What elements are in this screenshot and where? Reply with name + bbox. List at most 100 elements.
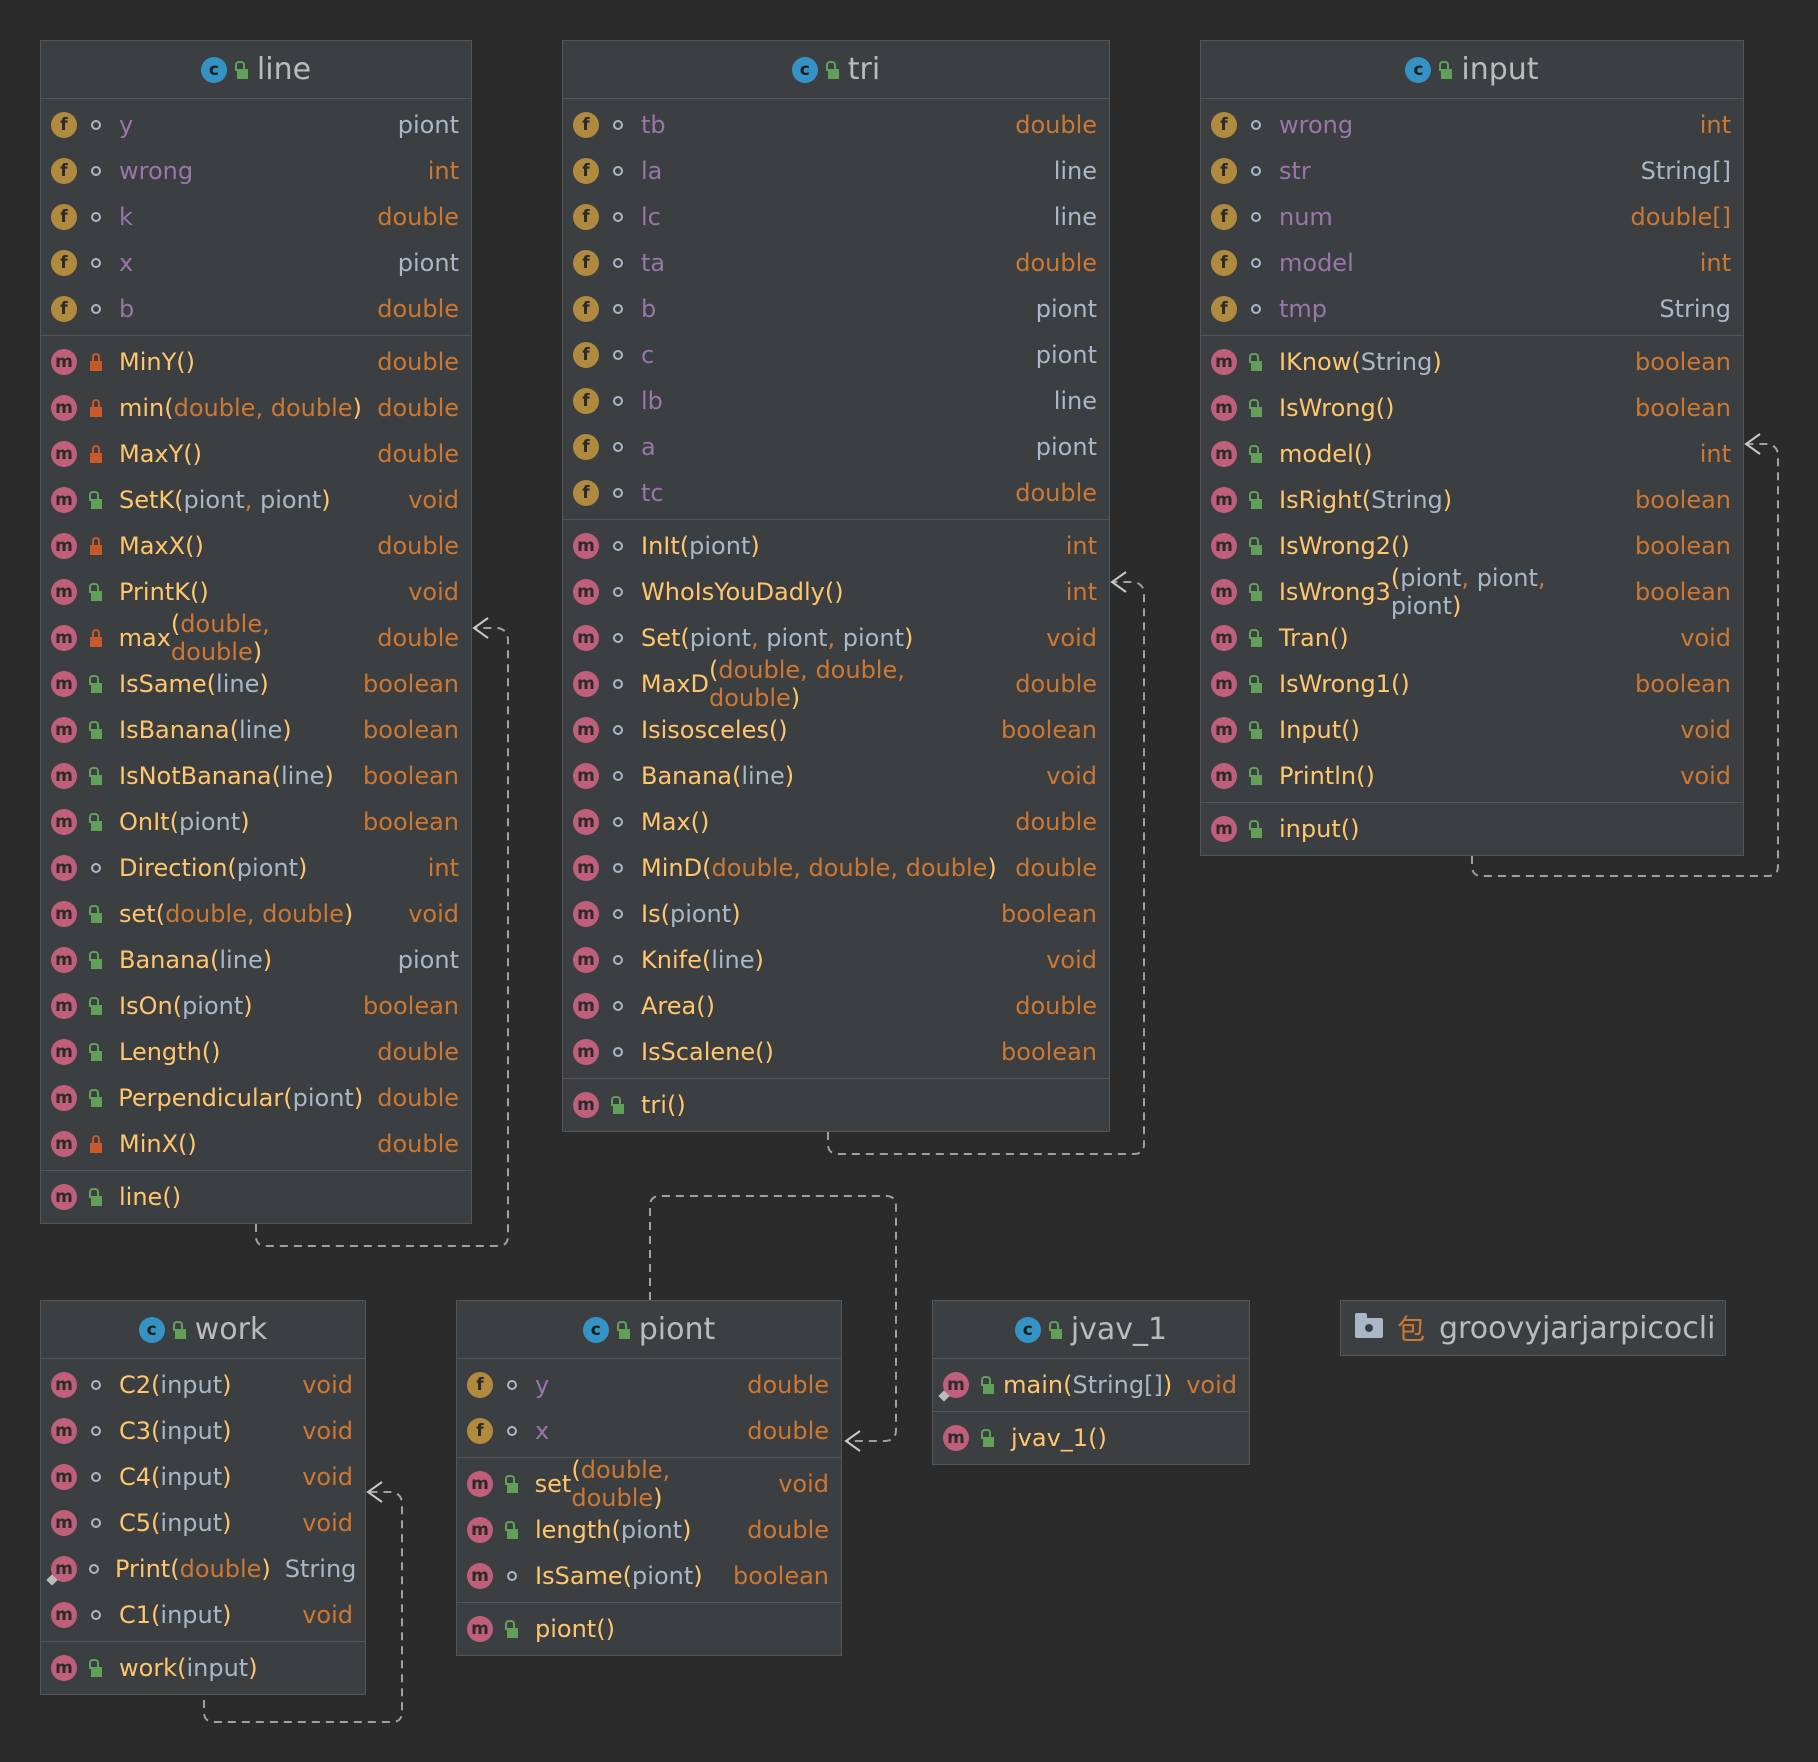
field-row[interactable]: f wrong int (1201, 102, 1743, 148)
field-row[interactable]: f x piont (41, 240, 471, 286)
constructor-row[interactable]: m jvav_1() (933, 1415, 1249, 1461)
method-row[interactable]: m Println() void (1201, 753, 1743, 799)
method-row[interactable]: m Isisosceles() boolean (563, 707, 1109, 753)
method-name: Is (641, 900, 661, 928)
method-row[interactable]: m Length() double (41, 1029, 471, 1075)
method-row[interactable]: m Max() double (563, 799, 1109, 845)
method-row[interactable]: m IsNotBanana (line) boolean (41, 753, 471, 799)
method-row[interactable]: m IsSame (line) boolean (41, 661, 471, 707)
class-line[interactable]: c line f y piont f wrong int f k double f x piont f b do… (40, 40, 472, 1224)
package-groovyjarjarpicocli[interactable]: 包 groovyjarjarpicocli (1340, 1300, 1726, 1356)
constructor-row[interactable]: m line() (41, 1174, 471, 1220)
method-row[interactable]: m MinX() double (41, 1121, 471, 1167)
method-row[interactable]: m Is (piont) boolean (563, 891, 1109, 937)
method-row[interactable]: m C2 (input) void (41, 1362, 365, 1408)
method-row[interactable]: m IsScalene() boolean (563, 1029, 1109, 1075)
method-row[interactable]: m PrintK() void (41, 569, 471, 615)
field-row[interactable]: f b double (41, 286, 471, 332)
field-row[interactable]: f y piont (41, 102, 471, 148)
class-tri[interactable]: c tri f tb double f la line f lc line f ta double f b pi… (562, 40, 1110, 1132)
package-private-icon (611, 346, 625, 364)
class-jvav_1[interactable]: c jvav_1 m main (String[]) void m jvav_1() (932, 1300, 1250, 1465)
method-row[interactable]: m MaxX() double (41, 523, 471, 569)
method-row[interactable]: m max (double, double) double (41, 610, 471, 666)
field-row[interactable]: f model int (1201, 240, 1743, 286)
class-header[interactable]: c line (41, 41, 471, 99)
field-row[interactable]: f a piont (563, 424, 1109, 470)
method-row[interactable]: m C3 (input) void (41, 1408, 365, 1454)
parameter-type: double (815, 656, 898, 684)
method-name: IsNotBanana (119, 762, 272, 790)
method-row[interactable]: m Banana (line) piont (41, 937, 471, 983)
constructor-row[interactable]: m work (input) (41, 1645, 365, 1691)
method-row[interactable]: m MinY() double (41, 339, 471, 385)
constructor-row[interactable]: m tri() (563, 1082, 1109, 1128)
return-type: boolean (1635, 670, 1731, 698)
field-row[interactable]: f ta double (563, 240, 1109, 286)
method-row[interactable]: m IsBanana (line) boolean (41, 707, 471, 753)
method-row[interactable]: m MaxY() double (41, 431, 471, 477)
constructor-row[interactable]: m input() (1201, 806, 1743, 852)
method-row[interactable]: m set (double, double) void (41, 891, 471, 937)
method-row[interactable]: m IsWrong1() boolean (1201, 661, 1743, 707)
method-row[interactable]: m IKnow (String) boolean (1201, 339, 1743, 385)
field-row[interactable]: f lc line (563, 194, 1109, 240)
parameter-type: piont (689, 624, 752, 652)
method-row[interactable]: m IsRight (String) boolean (1201, 477, 1743, 523)
method-row[interactable]: m IsSame (piont) boolean (457, 1553, 841, 1599)
class-piont[interactable]: c piont f y double f x double m set (double, doubl… (456, 1300, 842, 1656)
class-header[interactable]: c piont (457, 1301, 841, 1359)
method-row[interactable]: m Direction (piont) int (41, 845, 471, 891)
method-row[interactable]: m set (double, double) void (457, 1456, 841, 1512)
method-row[interactable]: m WhoIsYouDadly() int (563, 569, 1109, 615)
field-row[interactable]: f c piont (563, 332, 1109, 378)
method-row[interactable]: m Perpendicular (piont) double (41, 1075, 471, 1121)
constructor-row[interactable]: m piont() (457, 1606, 841, 1652)
class-input[interactable]: c input f wrong int f str String[] f num double[] f… (1200, 40, 1744, 856)
method-row[interactable]: m MinD (double, double, double) double (563, 845, 1109, 891)
field-row[interactable]: f lb line (563, 378, 1109, 424)
field-row[interactable]: f la line (563, 148, 1109, 194)
method-row[interactable]: m IsWrong() boolean (1201, 385, 1743, 431)
method-row[interactable]: m Input() void (1201, 707, 1743, 753)
method-row[interactable]: m IsWrong3 (piont, piont, piont) boolean (1201, 564, 1743, 620)
package-private-icon (1249, 254, 1263, 272)
method-row[interactable]: m Tran() void (1201, 615, 1743, 661)
field-row[interactable]: f x double (457, 1408, 841, 1454)
field-row[interactable]: f tb double (563, 102, 1109, 148)
field-row[interactable]: f k double (41, 194, 471, 240)
method-row[interactable]: m Print (double) String (41, 1546, 365, 1592)
class-header[interactable]: c jvav_1 (933, 1301, 1249, 1359)
class-header[interactable]: c work (41, 1301, 365, 1359)
public-lock-icon (981, 1429, 995, 1447)
method-row[interactable]: m main (String[]) void (933, 1362, 1249, 1408)
field-row[interactable]: f tc double (563, 470, 1109, 516)
field-row[interactable]: f num double[] (1201, 194, 1743, 240)
method-row[interactable]: m IsWrong2() boolean (1201, 523, 1743, 569)
method-row[interactable]: m OnIt (piont) boolean (41, 799, 471, 845)
method-row[interactable]: m Set (piont, piont, piont) void (563, 615, 1109, 661)
class-header[interactable]: c input (1201, 41, 1743, 99)
method-row[interactable]: m InIt (piont) int (563, 523, 1109, 569)
package-glyph: 包 (1397, 1313, 1426, 1346)
method-row[interactable]: m MaxD (double, double, double) double (563, 656, 1109, 712)
method-row[interactable]: m C5 (input) void (41, 1500, 365, 1546)
method-row[interactable]: m model() int (1201, 431, 1743, 477)
method-row[interactable]: m SetK (piont, piont) void (41, 477, 471, 523)
method-row[interactable]: m IsOn (piont) boolean (41, 983, 471, 1029)
method-row[interactable]: m Area() double (563, 983, 1109, 1029)
parameter-list: (String[]) (1063, 1371, 1173, 1399)
method-row[interactable]: m Banana (line) void (563, 753, 1109, 799)
field-row[interactable]: f b piont (563, 286, 1109, 332)
field-row[interactable]: f wrong int (41, 148, 471, 194)
method-row[interactable]: m length (piont) double (457, 1507, 841, 1553)
field-row[interactable]: f tmp String (1201, 286, 1743, 332)
field-row[interactable]: f str String[] (1201, 148, 1743, 194)
method-row[interactable]: m C4 (input) void (41, 1454, 365, 1500)
field-row[interactable]: f y double (457, 1362, 841, 1408)
class-work[interactable]: c work m C2 (input) void m C3 (input) void m C4 (inp… (40, 1300, 366, 1695)
method-row[interactable]: m min (double, double) double (41, 385, 471, 431)
method-row[interactable]: m C1 (input) void (41, 1592, 365, 1638)
class-header[interactable]: c tri (563, 41, 1109, 99)
method-row[interactable]: m Knife (line) void (563, 937, 1109, 983)
